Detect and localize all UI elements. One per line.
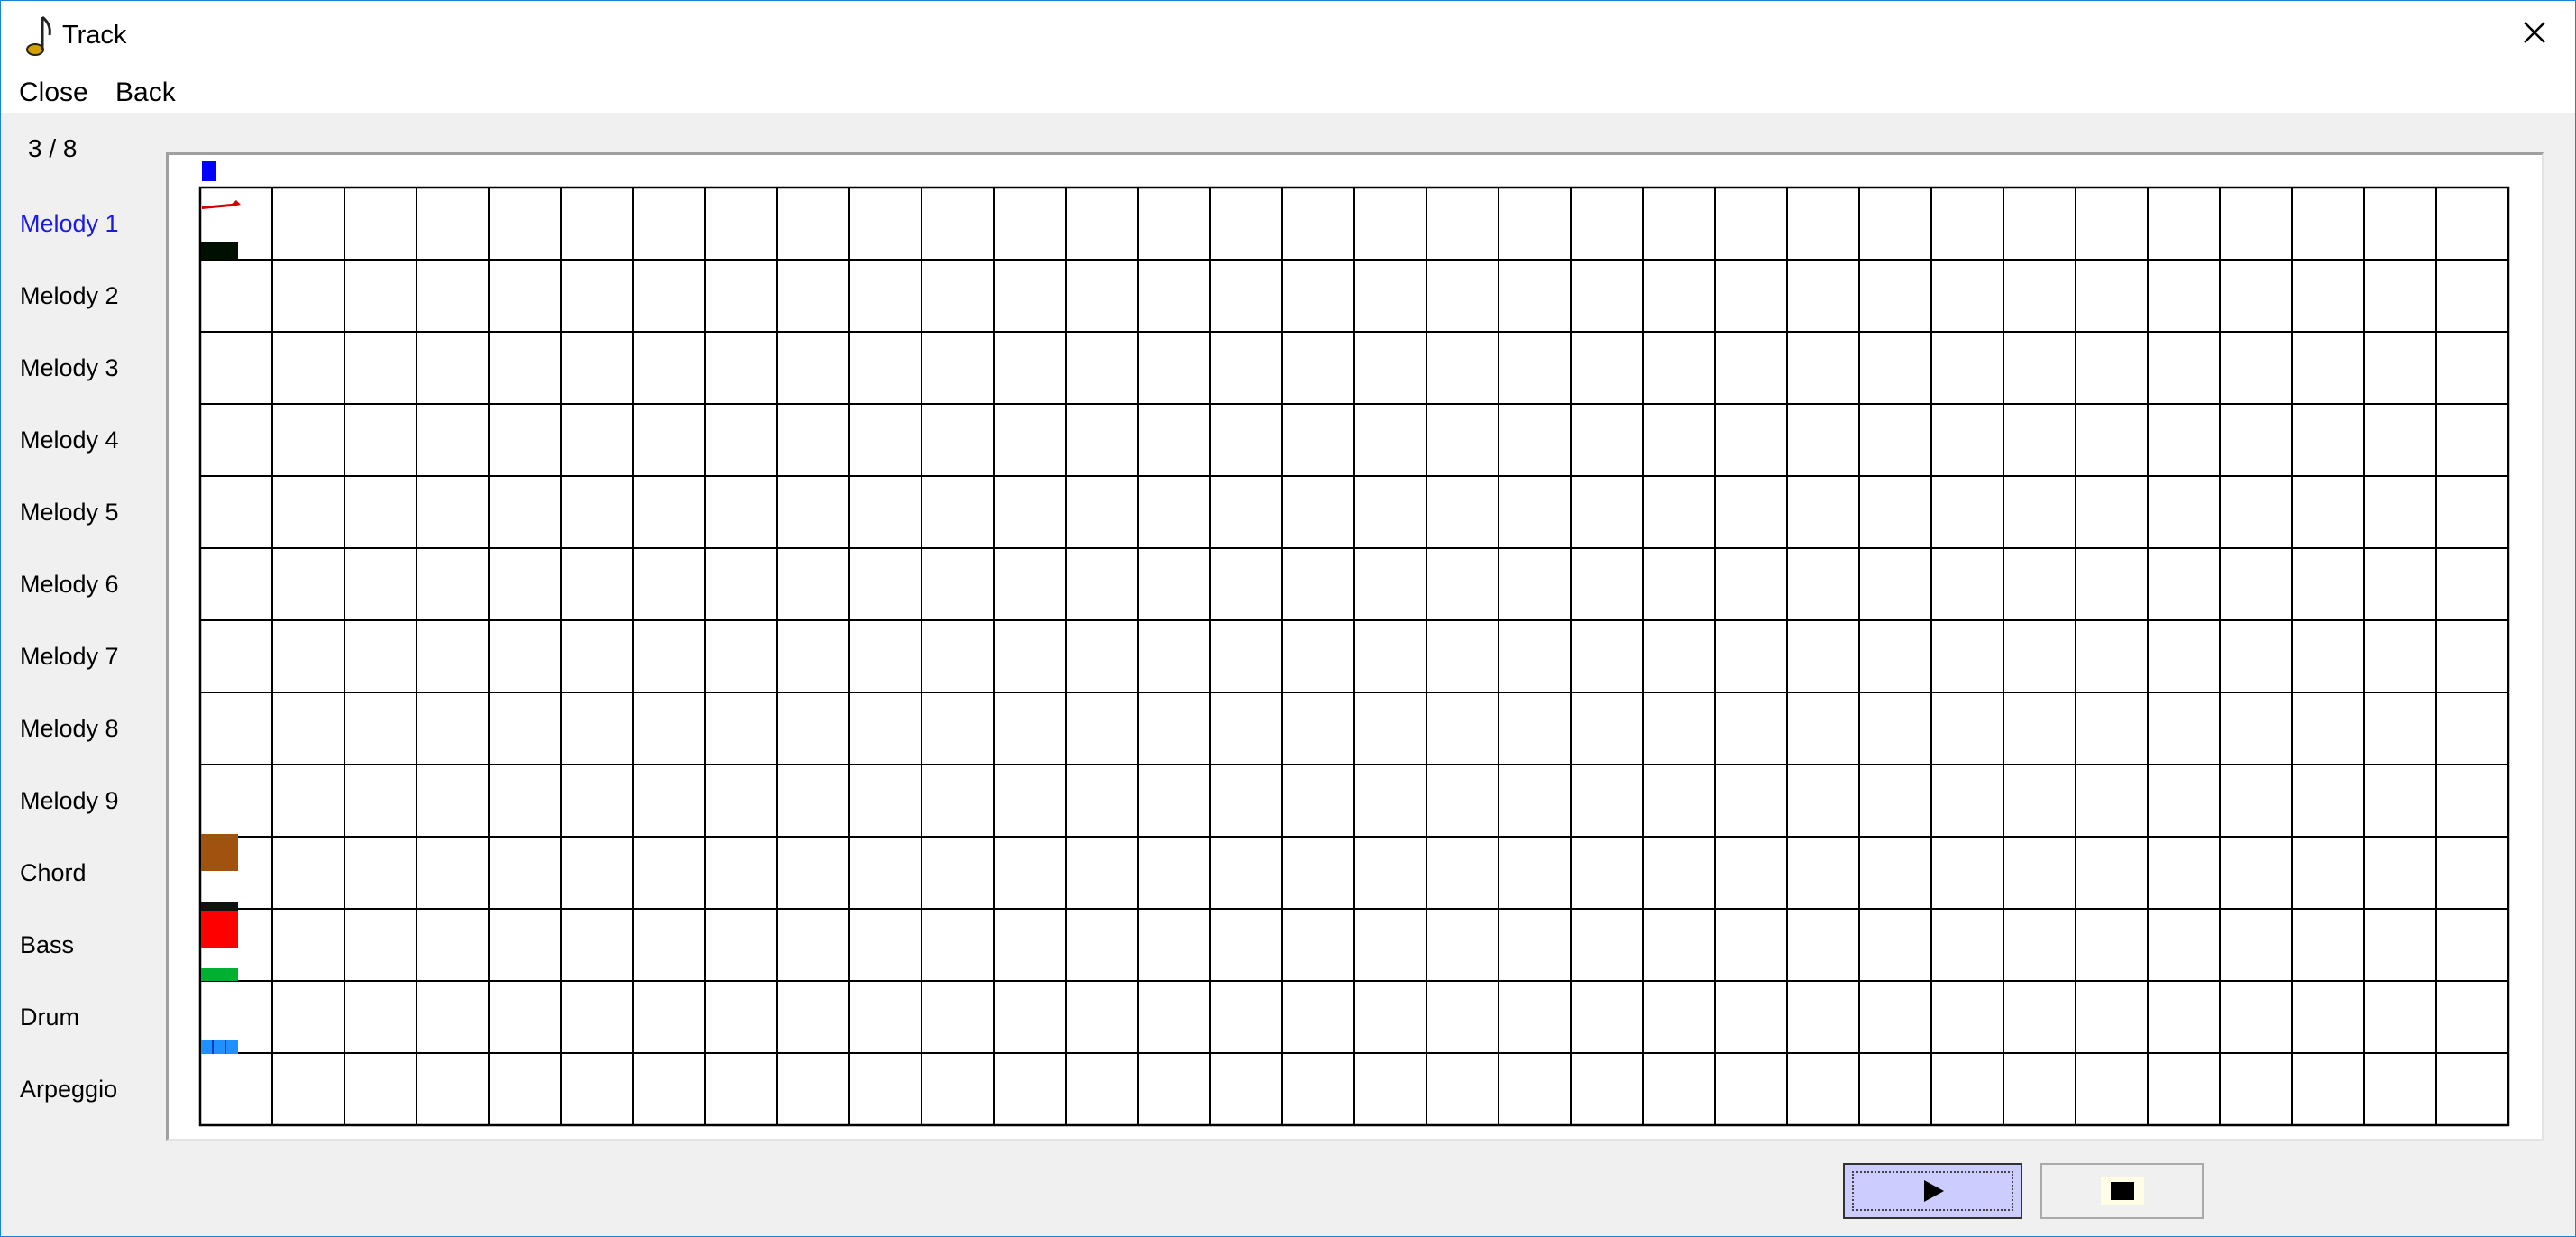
- stop-button[interactable]: [2040, 1163, 2204, 1219]
- stop-icon: [2110, 1182, 2134, 1200]
- track-label-melody-8[interactable]: Melody 8: [20, 713, 119, 744]
- drum-marker: [201, 1040, 238, 1054]
- play-button[interactable]: [1843, 1163, 2022, 1219]
- track-label-melody-4[interactable]: Melody 4: [20, 425, 119, 455]
- playhead-marker: [202, 161, 216, 181]
- sequencer-panel: [166, 152, 2544, 1141]
- chord-block: [201, 834, 238, 871]
- track-counter: 3 / 8: [28, 134, 78, 162]
- track-label-drum[interactable]: Drum: [20, 1002, 79, 1032]
- bass-block: [201, 911, 238, 948]
- melody-marker: [201, 242, 238, 260]
- bass-marker: [201, 968, 238, 981]
- track-label-melody-6[interactable]: Melody 6: [20, 569, 119, 600]
- menu-close[interactable]: Close: [17, 77, 90, 109]
- track-label-melody-1[interactable]: Melody 1: [20, 208, 119, 239]
- close-icon: [2524, 22, 2545, 43]
- menu-back[interactable]: Back: [114, 77, 178, 109]
- track-label-melody-5[interactable]: Melody 5: [20, 497, 119, 527]
- stop-icon-bg: [2100, 1177, 2144, 1205]
- window-close-button[interactable]: [2498, 1, 2575, 66]
- track-label-chord[interactable]: Chord: [20, 857, 87, 888]
- track-label-melody-3[interactable]: Melody 3: [20, 353, 119, 383]
- sequencer-grid[interactable]: [169, 155, 2542, 1139]
- track-label-melody-9[interactable]: Melody 9: [20, 785, 119, 816]
- title-bar: Track: [1, 1, 2575, 71]
- track-label-melody-7[interactable]: Melody 7: [20, 641, 119, 672]
- track-window: Track Close Back 3 / 8 Melody 1 Melody 2 M…: [0, 0, 2576, 1237]
- menu-bar: Close Back: [1, 71, 2575, 113]
- track-label-melody-2[interactable]: Melody 2: [20, 280, 119, 311]
- track-label-bass[interactable]: Bass: [20, 930, 74, 960]
- chord-marker: [201, 902, 238, 911]
- window-title: Track: [62, 21, 127, 50]
- track-label-arpeggio[interactable]: Arpeggio: [20, 1074, 117, 1104]
- focus-ring: [1852, 1171, 2013, 1211]
- music-note-icon: [26, 15, 51, 56]
